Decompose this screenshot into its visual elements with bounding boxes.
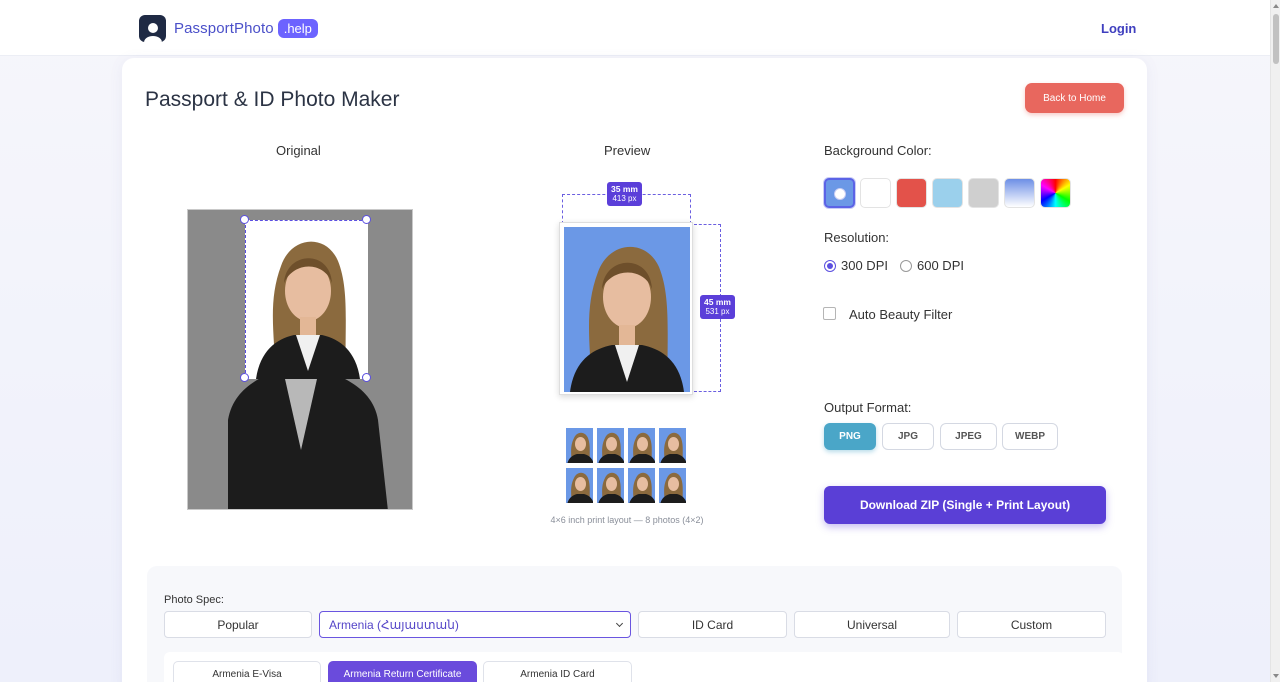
- background-color-label: Background Color:: [824, 143, 932, 158]
- photo-spec-label: Photo Spec:: [164, 594, 224, 606]
- resolution-label: Resolution:: [824, 230, 890, 245]
- crop-handle-top-right[interactable]: [362, 215, 371, 224]
- print-thumb: [565, 427, 594, 464]
- swatch-gradient-blue[interactable]: [1004, 178, 1035, 208]
- print-thumb: [627, 427, 656, 464]
- print-thumb: [596, 427, 625, 464]
- print-thumb: [596, 467, 625, 504]
- chevron-down-icon: [615, 619, 624, 628]
- sub-tab-armenia-id-card[interactable]: Armenia ID Card: [483, 661, 632, 682]
- sub-tab-armenia-e-visa[interactable]: Armenia E-Visa: [173, 661, 321, 682]
- height-mm: 45 mm: [704, 297, 731, 307]
- format-webp-button[interactable]: WEBP: [1002, 423, 1058, 450]
- format-png-button[interactable]: PNG: [824, 423, 876, 450]
- spec-custom-button[interactable]: Custom: [957, 611, 1106, 638]
- back-to-home-button[interactable]: Back to Home: [1025, 83, 1124, 113]
- scroll-thumb[interactable]: [1273, 14, 1279, 64]
- spec-universal-button[interactable]: Universal: [794, 611, 950, 638]
- height-dimension-tag: 45 mm 531 px: [700, 295, 735, 319]
- radio-600-dpi[interactable]: 600 DPI: [900, 258, 964, 273]
- radio-selected-icon[interactable]: [824, 259, 836, 272]
- swatch-rainbow[interactable]: [1040, 178, 1071, 208]
- print-layout-caption: 4×6 inch print layout — 8 photos (4×2): [550, 515, 704, 525]
- swatch-light-blue[interactable]: [932, 178, 963, 208]
- passport-person-icon: [139, 15, 166, 42]
- spec-popular-button[interactable]: Popular: [164, 611, 312, 638]
- spec-id-card-button[interactable]: ID Card: [638, 611, 787, 638]
- page-title: Passport & ID Photo Maker: [145, 88, 400, 111]
- swatch-current[interactable]: [824, 178, 855, 208]
- width-mm: 35 mm: [611, 184, 638, 194]
- country-select-value: Armenia (Հայաստան): [329, 617, 459, 632]
- top-navbar: PassportPhoto .help Login: [0, 0, 1270, 56]
- radio-600-dpi-label: 600 DPI: [917, 258, 964, 273]
- crop-handle-bottom-left[interactable]: [240, 373, 249, 382]
- print-thumb: [627, 467, 656, 504]
- login-link[interactable]: Login: [1101, 21, 1136, 36]
- crop-handle-bottom-right[interactable]: [362, 373, 371, 382]
- auto-beauty-label: Auto Beauty Filter: [849, 307, 953, 322]
- radio-300-dpi-label: 300 DPI: [841, 258, 888, 273]
- swatch-white[interactable]: [860, 178, 891, 208]
- country-select[interactable]: Armenia (Հայաստան): [319, 611, 631, 638]
- print-layout-grid: [565, 427, 689, 507]
- logo[interactable]: PassportPhoto .help: [139, 15, 318, 42]
- format-jpeg-button[interactable]: JPEG: [940, 423, 997, 450]
- selected-dot-icon: [834, 188, 846, 200]
- width-px: 413 px: [612, 194, 637, 203]
- photo-spec-panel: Photo Spec: Popular Armenia (Հայաստան) I…: [147, 566, 1124, 682]
- download-zip-button[interactable]: Download ZIP (Single + Print Layout): [824, 486, 1106, 524]
- output-format-label: Output Format:: [824, 400, 912, 415]
- preview-photo: [559, 222, 693, 395]
- original-photo[interactable]: [187, 209, 413, 510]
- page-scrollbar[interactable]: [1270, 0, 1280, 682]
- width-dimension-tag: 35 mm 413 px: [607, 182, 642, 206]
- swatch-red[interactable]: [896, 178, 927, 208]
- scroll-down-arrow-icon[interactable]: [1273, 674, 1279, 678]
- height-px: 531 px: [705, 307, 730, 316]
- cropped-portrait-image: [246, 221, 368, 379]
- radio-unselected-icon[interactable]: [900, 259, 912, 272]
- spec-sub-tabs: Armenia E-Visa Armenia Return Certificat…: [164, 652, 1124, 682]
- crop-handle-top-left[interactable]: [240, 215, 249, 224]
- logo-text: PassportPhoto: [174, 20, 274, 37]
- auto-beauty-checkbox[interactable]: [823, 307, 836, 320]
- sub-tab-armenia-return-certificate[interactable]: Armenia Return Certificate: [328, 661, 477, 682]
- print-thumb: [658, 467, 687, 504]
- preview-portrait-image: [570, 246, 684, 392]
- crop-area[interactable]: [245, 220, 368, 379]
- logo-badge: .help: [277, 19, 318, 38]
- preview-label: Preview: [604, 143, 651, 158]
- original-label: Original: [276, 143, 321, 158]
- radio-300-dpi[interactable]: 300 DPI: [824, 258, 888, 273]
- swatch-gray[interactable]: [968, 178, 999, 208]
- print-thumb: [565, 467, 594, 504]
- format-jpg-button[interactable]: JPG: [882, 423, 934, 450]
- preview-photo-background: [564, 227, 690, 392]
- photo-maker-card: Passport & ID Photo Maker Back to Home O…: [122, 58, 1147, 682]
- print-thumb: [658, 427, 687, 464]
- scroll-up-arrow-icon[interactable]: [1273, 4, 1279, 8]
